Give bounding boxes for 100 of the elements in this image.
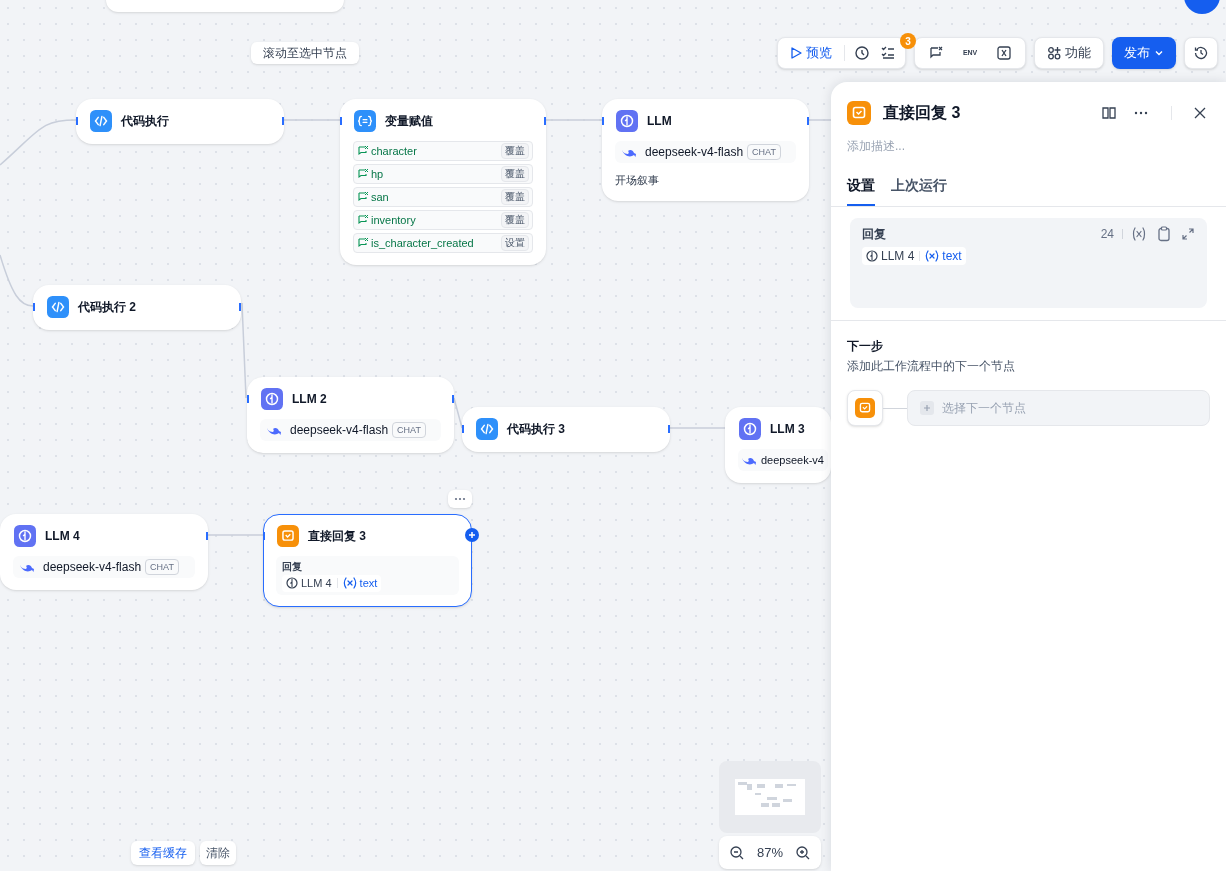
connection-handle[interactable] bbox=[462, 425, 464, 433]
connection-handle[interactable] bbox=[263, 532, 265, 540]
mode-tag: CHAT bbox=[392, 422, 426, 438]
preview-button[interactable]: 预览 bbox=[782, 40, 840, 66]
connection-handle[interactable] bbox=[340, 117, 342, 125]
workflow-node[interactable]: 代码执行 2 bbox=[33, 285, 241, 330]
checklist-icon bbox=[880, 45, 896, 61]
workflow-node[interactable]: LLM 4 deepseek-v4-flash CHAT bbox=[0, 514, 208, 590]
workflow-node[interactable]: LLM 3 deepseek-v4 bbox=[725, 407, 831, 483]
connection-handle[interactable] bbox=[247, 395, 249, 403]
field-label: 回复 bbox=[862, 226, 887, 243]
minimap-drawing bbox=[735, 779, 805, 815]
clipboard-icon[interactable] bbox=[1157, 226, 1171, 242]
book-icon[interactable] bbox=[1101, 105, 1117, 121]
model-icon bbox=[260, 388, 284, 410]
clear-button[interactable]: 清除 bbox=[200, 841, 236, 865]
scroll-hint[interactable]: 滚动至选中节点 bbox=[251, 42, 359, 64]
node-title: 代码执行 bbox=[121, 113, 169, 130]
variable-icon bbox=[357, 145, 369, 157]
workflow-node[interactable]: 代码执行 3 bbox=[462, 407, 670, 452]
connection-handle[interactable] bbox=[602, 117, 604, 125]
description-field[interactable]: 添加描述... bbox=[847, 137, 1210, 155]
node-title: LLM 4 bbox=[45, 528, 80, 545]
expand-icon[interactable] bbox=[1181, 227, 1195, 241]
section-title: 下一步 bbox=[846, 338, 884, 355]
operation-tag: 设置 bbox=[501, 235, 529, 251]
version-history-button[interactable] bbox=[1184, 37, 1218, 69]
view-cache-button[interactable]: 查看缓存 bbox=[131, 841, 195, 865]
zoom-out-icon[interactable] bbox=[729, 844, 745, 861]
mode-tag: CHAT bbox=[747, 144, 781, 160]
node-title: 代码执行 2 bbox=[78, 299, 136, 316]
workflow-node[interactable]: 直接回复 3 回复 LLM 4 text bbox=[263, 514, 472, 607]
workflow-node[interactable]: 代码执行 bbox=[76, 99, 284, 144]
code-icon bbox=[46, 296, 70, 318]
connection-handle[interactable] bbox=[452, 395, 454, 403]
operation-tag: 覆盖 bbox=[501, 166, 529, 182]
character-count: 24 bbox=[1100, 226, 1114, 243]
variable-name: character bbox=[371, 143, 418, 159]
variable-icon bbox=[357, 168, 369, 180]
connection-handle[interactable] bbox=[282, 117, 284, 125]
variable-icon bbox=[342, 577, 357, 590]
panel-title: 直接回复 3 bbox=[883, 103, 962, 123]
features-button[interactable]: 功能 bbox=[1034, 37, 1104, 69]
section-description: 添加此工作流程中的下一个节点 bbox=[846, 358, 1016, 375]
node-title: LLM 3 bbox=[770, 421, 805, 438]
connection-handle[interactable] bbox=[239, 303, 241, 311]
count-badge: 3 bbox=[900, 33, 916, 49]
model-icon bbox=[615, 110, 639, 132]
connector-line bbox=[0, 254, 34, 307]
publish-button[interactable]: 发布 bbox=[1112, 37, 1176, 69]
connection-handle[interactable] bbox=[76, 117, 78, 125]
variable-icon bbox=[357, 237, 369, 249]
chat-check-icon bbox=[276, 525, 300, 547]
node-title: LLM bbox=[647, 113, 672, 130]
connection-handle[interactable] bbox=[33, 303, 35, 311]
close-icon[interactable] bbox=[1194, 107, 1206, 119]
chip-variable: text bbox=[942, 248, 962, 265]
insert-variable-icon[interactable] bbox=[1131, 227, 1147, 241]
variable-icon bbox=[357, 191, 369, 203]
workflow-node[interactable]: LLM deepseek-v4-flash CHAT 开场叙事 bbox=[602, 99, 809, 201]
connector-line bbox=[453, 397, 463, 429]
variable-name: san bbox=[371, 189, 390, 205]
apps-icon bbox=[1047, 46, 1061, 60]
chat-check-icon bbox=[853, 398, 877, 418]
more-icon bbox=[454, 497, 466, 501]
workflow-node[interactable]: LLM 2 deepseek-v4-flash CHAT bbox=[247, 377, 454, 453]
connection-handle[interactable] bbox=[206, 532, 208, 540]
variable-name: inventory bbox=[371, 212, 417, 228]
braces-icon bbox=[353, 110, 377, 132]
mode-tag: CHAT bbox=[145, 559, 179, 575]
connection-handle[interactable] bbox=[668, 425, 670, 433]
more-button[interactable] bbox=[448, 490, 472, 508]
model-name: deepseek-v4-flash bbox=[290, 422, 389, 439]
operation-tag: 覆盖 bbox=[501, 189, 529, 205]
code-icon bbox=[89, 110, 113, 132]
node-title: 变量赋值 bbox=[385, 113, 433, 130]
zoom-level[interactable]: 87% bbox=[757, 842, 783, 863]
model-name: deepseek-v4-flash bbox=[645, 144, 744, 161]
chat-check-icon bbox=[847, 101, 871, 125]
chevron-down-icon bbox=[1154, 48, 1164, 58]
connection-handle[interactable] bbox=[807, 117, 809, 125]
zoom-in-icon[interactable] bbox=[795, 844, 811, 861]
operation-tag: 覆盖 bbox=[501, 143, 529, 159]
workflow-node[interactable]: 变量赋值 character 覆盖 hp 覆盖 san 覆盖 inventory 覆盖 is_character_created 设置 bbox=[340, 99, 546, 265]
variable-name: is_character_created bbox=[371, 235, 475, 251]
field-label: 回复 bbox=[282, 560, 303, 574]
panel-tab[interactable]: 上次运行 bbox=[891, 175, 947, 206]
connection-handle[interactable] bbox=[544, 117, 546, 125]
model-icon bbox=[286, 577, 298, 590]
panel-tab[interactable]: 设置 bbox=[847, 175, 875, 206]
operation-tag: 覆盖 bbox=[501, 212, 529, 228]
node-title: 代码执行 3 bbox=[507, 421, 565, 438]
model-name: deepseek-v4-flash bbox=[43, 559, 142, 576]
chat-variable-icon bbox=[928, 45, 944, 61]
reply-field[interactable]: 回复 24 LLM 4 text bbox=[850, 218, 1207, 308]
variable-name: hp bbox=[371, 166, 385, 182]
variable-icon bbox=[925, 250, 940, 262]
chip-variable: text bbox=[359, 576, 378, 591]
add-node-icon[interactable] bbox=[465, 528, 479, 542]
more-icon[interactable] bbox=[1133, 111, 1149, 115]
